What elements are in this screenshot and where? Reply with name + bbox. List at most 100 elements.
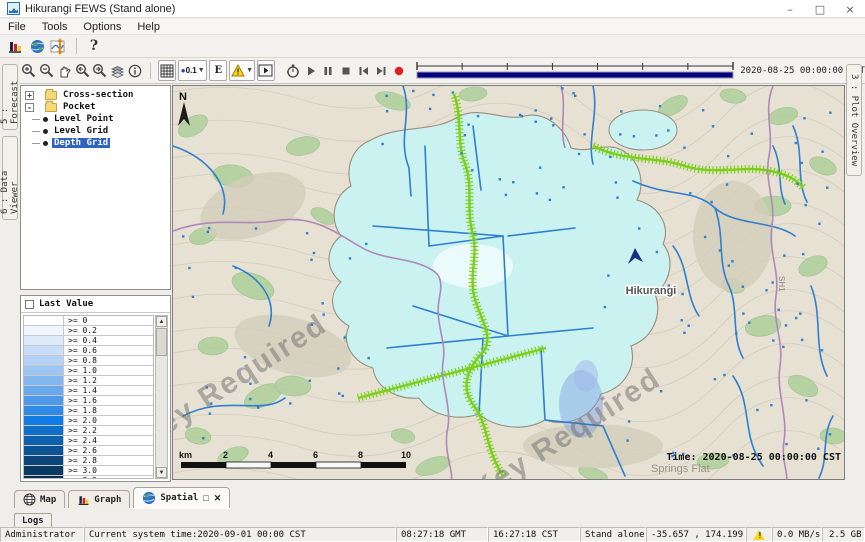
- pause-button[interactable]: [320, 60, 338, 81]
- legend-row[interactable]: >= 0.6: [24, 346, 153, 356]
- legend-color-swatch: [24, 466, 64, 475]
- legend-row[interactable]: >= 2.6: [24, 446, 153, 456]
- menu-item[interactable]: Options: [75, 21, 129, 33]
- status-memory[interactable]: 2.5 GB: [822, 527, 865, 542]
- legend-value-label: >= 0: [64, 316, 87, 325]
- tab-restore-icon[interactable]: □: [203, 493, 208, 503]
- legend-color-swatch: [24, 476, 64, 479]
- tab-graph[interactable]: Graph: [68, 490, 130, 508]
- menu-item[interactable]: Tools: [34, 21, 76, 33]
- zoom-previous-button[interactable]: [73, 60, 91, 81]
- legend-value-label: >= 1.8: [64, 406, 97, 415]
- zoom-next-button[interactable]: [91, 60, 109, 81]
- scrollbar-thumb[interactable]: [156, 328, 167, 356]
- grid-value-label: 0.1: [186, 66, 197, 75]
- tree-item[interactable]: Level Point: [25, 113, 170, 125]
- zoom-next-icon: [92, 63, 107, 78]
- database-display-button[interactable]: [4, 36, 26, 56]
- grid-display-button[interactable]: [158, 60, 176, 81]
- spatial-map[interactable]: Hikurangi Springs Flat SH1 API Key Requi…: [172, 85, 845, 480]
- menu-item[interactable]: File: [0, 21, 34, 33]
- stop-button[interactable]: [337, 60, 355, 81]
- tree-item[interactable]: - Pocket: [25, 101, 170, 113]
- legend-row[interactable]: >= 1.4: [24, 386, 153, 396]
- legend-row[interactable]: >= 1.6: [24, 396, 153, 406]
- scale-tick: 2: [223, 450, 228, 460]
- chevron-down-icon: ▼: [246, 67, 253, 74]
- legend-row[interactable]: >= 3.0: [24, 466, 153, 476]
- tab-plot-overview[interactable]: 3 : Plot Overview: [846, 64, 862, 176]
- tab-spatial-label: Spatial: [160, 493, 198, 503]
- minimize-button[interactable]: –: [775, 0, 805, 18]
- animation-export-button[interactable]: [257, 60, 275, 81]
- zoom-out-button[interactable]: [38, 60, 56, 81]
- tree-item-label: Level Grid: [52, 126, 110, 136]
- info-button[interactable]: [127, 60, 145, 81]
- pan-button[interactable]: [56, 60, 74, 81]
- right-tab-strip: 3 : Plot Overview: [845, 58, 865, 482]
- pause-icon: [322, 65, 334, 77]
- time-slider[interactable]: [416, 61, 734, 81]
- legend-color-swatch: [24, 456, 64, 465]
- time-slider-track: [416, 61, 734, 81]
- tab-close-icon[interactable]: ✕: [214, 493, 222, 504]
- menu-item[interactable]: Help: [129, 21, 168, 33]
- legend-row[interactable]: >= 1.8: [24, 406, 153, 416]
- play-button[interactable]: [302, 60, 320, 81]
- tree-item[interactable]: Depth Grid: [25, 137, 170, 149]
- legend-value-label: >= 3.0: [64, 466, 97, 475]
- scroll-down-arrow-icon[interactable]: ▼: [156, 467, 167, 478]
- tab-spatial[interactable]: Spatial □ ✕: [133, 487, 230, 508]
- legend-value-label: >= 1.6: [64, 396, 97, 405]
- bar-chart-icon: [7, 38, 23, 54]
- left-panel: + Cross-section - Pocket Level Point: [20, 85, 171, 482]
- legend-row[interactable]: >= 0.8: [24, 356, 153, 366]
- tree-expander[interactable]: -: [25, 103, 34, 112]
- legend-row[interactable]: >= 0.2: [24, 326, 153, 336]
- stopwatch-icon: [285, 63, 301, 79]
- legend-panel: Last Value >= 0 >= 0.2 >= 0.4: [20, 295, 171, 482]
- legend-row[interactable]: >= 0.4: [24, 336, 153, 346]
- tree-expander[interactable]: +: [25, 91, 34, 100]
- record-button[interactable]: [391, 60, 409, 81]
- tab-data-viewer[interactable]: 6 : Data Viewer: [2, 136, 18, 220]
- grid-value-dropdown[interactable]: ● 0.1 ▼: [178, 60, 207, 81]
- tree-item[interactable]: Level Grid: [25, 125, 170, 137]
- elevation-button[interactable]: E: [209, 60, 227, 81]
- zoom-out-icon: [39, 63, 54, 78]
- legend-row[interactable]: >= 1.2: [24, 376, 153, 386]
- legend-scrollbar[interactable]: ▲ ▼: [155, 315, 168, 479]
- legend-row[interactable]: >= 2.2: [24, 426, 153, 436]
- close-button[interactable]: ×: [835, 0, 865, 18]
- legend-row[interactable]: >= 2.0: [24, 416, 153, 426]
- tab-map[interactable]: Map: [14, 490, 65, 508]
- layers-button[interactable]: [109, 60, 127, 81]
- status-gmt-time: 08:27:18 GMT: [396, 527, 488, 542]
- maximize-button[interactable]: □: [805, 0, 835, 18]
- tab-forecast[interactable]: 5 : Forecast: [2, 64, 18, 130]
- scroll-up-arrow-icon[interactable]: ▲: [156, 316, 167, 327]
- legend-row[interactable]: >= 1.0: [24, 366, 153, 376]
- legend-row[interactable]: >= 2.4: [24, 436, 153, 446]
- scale-unit: km: [179, 450, 192, 460]
- legend-row[interactable]: >= 3.2: [24, 476, 153, 479]
- time-navigator-button[interactable]: [284, 60, 302, 81]
- tree-item-label: Level Point: [52, 114, 116, 124]
- warning-threshold-dropdown[interactable]: ▼: [229, 60, 255, 81]
- help-button[interactable]: ?: [83, 36, 105, 56]
- status-warning[interactable]: [746, 527, 772, 542]
- timeseries-dialog-button[interactable]: [48, 36, 70, 56]
- last-frame-button[interactable]: [373, 60, 391, 81]
- map-display-button[interactable]: [26, 36, 48, 56]
- legend-row[interactable]: >= 0: [24, 316, 153, 326]
- last-value-checkbox[interactable]: [25, 300, 34, 309]
- tree-item[interactable]: + Cross-section: [25, 89, 170, 101]
- map-label-road: SH1: [777, 276, 786, 292]
- info-icon: [128, 64, 142, 78]
- legend-color-swatch: [24, 386, 64, 395]
- skip-to-start-icon: [357, 65, 370, 77]
- legend-row[interactable]: >= 2.8: [24, 456, 153, 466]
- wire-globe-icon: [23, 493, 36, 506]
- zoom-in-button[interactable]: [20, 60, 38, 81]
- first-frame-button[interactable]: [355, 60, 373, 81]
